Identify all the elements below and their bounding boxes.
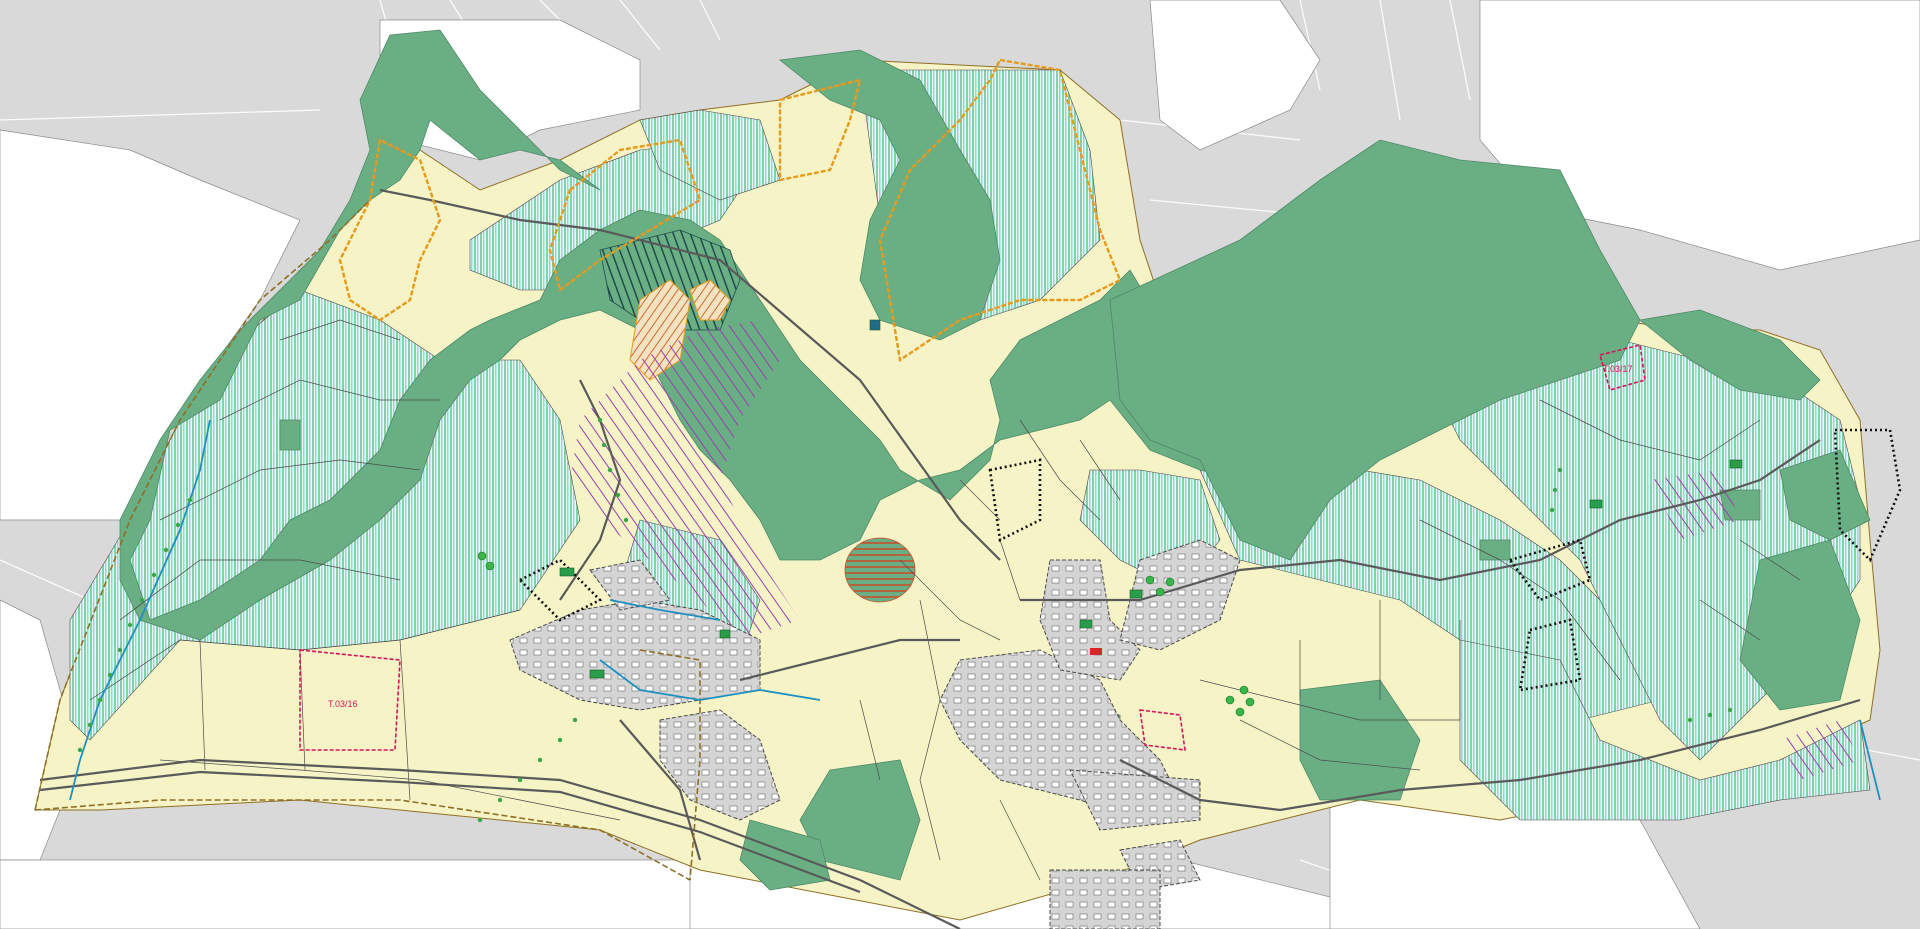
land-use-plan-map[interactable]: T.03/16 T.03/17	[0, 0, 1920, 929]
red-marker	[1090, 648, 1102, 655]
parcel-label-west: T.03/16	[328, 699, 358, 709]
red-hatched-zone	[844, 537, 916, 603]
parcel-label-east: T.03/17	[1603, 364, 1633, 374]
